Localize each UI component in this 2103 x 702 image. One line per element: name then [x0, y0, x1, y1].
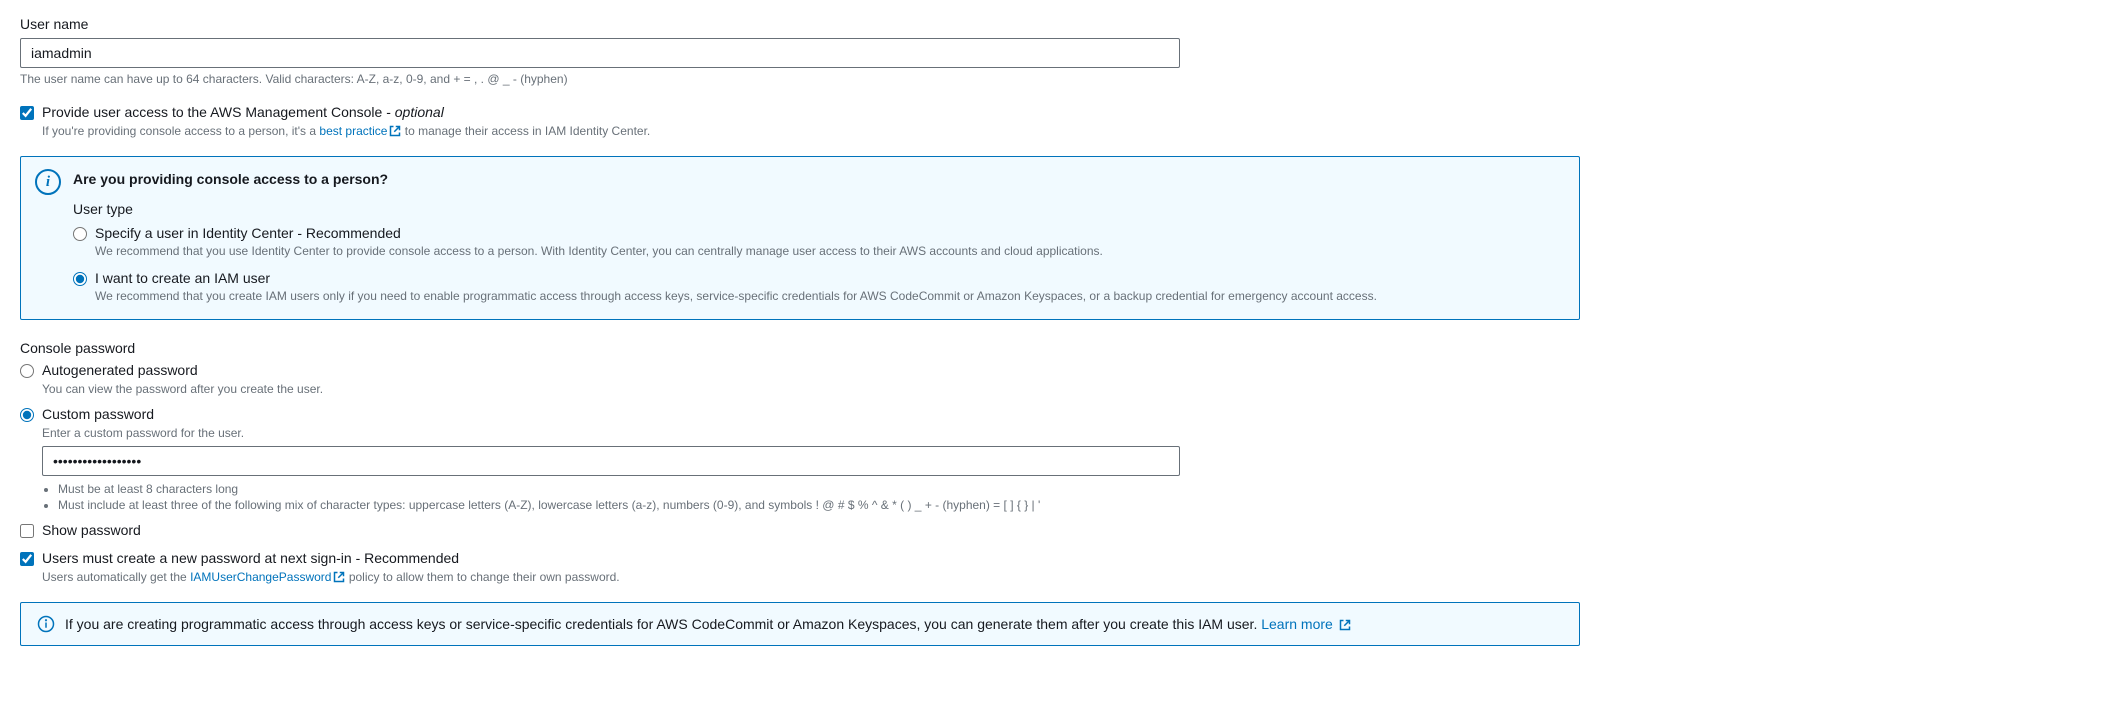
custom-password-radio[interactable]: [20, 408, 34, 422]
must-change-password-checkbox[interactable]: [20, 552, 34, 566]
external-link-icon: [389, 125, 401, 137]
external-link-icon: [333, 571, 345, 583]
autogenerated-password-label: Autogenerated password: [42, 362, 198, 378]
usertype-iam-user-radio[interactable]: [73, 272, 87, 286]
programmatic-access-info-text: If you are creating programmatic access …: [65, 616, 1351, 632]
info-icon: [37, 615, 55, 633]
must-change-password-hint: Users automatically get the IAMUserChang…: [42, 570, 2083, 584]
username-field-group: User name The user name can have up to 6…: [20, 16, 2083, 86]
usertype-iam-user-label: I want to create an IAM user: [95, 270, 270, 286]
username-label: User name: [20, 16, 2083, 32]
info-icon: i: [35, 169, 61, 195]
external-link-icon: [1339, 619, 1351, 631]
username-input[interactable]: [20, 38, 1180, 68]
best-practice-link[interactable]: best practice: [319, 124, 401, 138]
must-change-password-group: Users must create a new password at next…: [20, 550, 2083, 584]
console-password-section: Console password Autogenerated password …: [20, 340, 2083, 538]
usertype-iam-user-desc: We recommend that you create IAM users o…: [95, 289, 1561, 303]
custom-password-label: Custom password: [42, 406, 154, 422]
console-access-label: Provide user access to the AWS Managemen…: [42, 104, 444, 120]
autogenerated-password-desc: You can view the password after you crea…: [42, 382, 2083, 396]
info-box-title: Are you providing console access to a pe…: [73, 171, 388, 187]
usertype-identity-center-label: Specify a user in Identity Center - Reco…: [95, 225, 401, 241]
show-password-label: Show password: [42, 522, 141, 538]
username-hint: The user name can have up to 64 characte…: [20, 72, 2083, 86]
autogenerated-password-radio[interactable]: [20, 364, 34, 378]
usertype-identity-center-radio[interactable]: [73, 227, 87, 241]
console-access-checkbox[interactable]: [20, 106, 34, 120]
programmatic-access-info-box: If you are creating programmatic access …: [20, 602, 1580, 646]
info-box-subtitle: User type: [73, 201, 1561, 217]
password-requirements-list: Must be at least 8 characters long Must …: [58, 482, 2083, 512]
console-password-heading: Console password: [20, 340, 2083, 356]
custom-password-input[interactable]: [42, 446, 1180, 476]
console-access-group: Provide user access to the AWS Managemen…: [20, 104, 2083, 138]
usertype-identity-center-desc: We recommend that you use Identity Cente…: [95, 244, 1561, 258]
show-password-checkbox[interactable]: [20, 524, 34, 538]
password-req-item: Must be at least 8 characters long: [58, 482, 2083, 496]
password-req-item: Must include at least three of the follo…: [58, 498, 2083, 512]
custom-password-desc: Enter a custom password for the user.: [42, 426, 2083, 440]
console-access-hint: If you're providing console access to a …: [42, 124, 2083, 138]
learn-more-link[interactable]: Learn more: [1261, 616, 1350, 632]
user-type-info-box: i Are you providing console access to a …: [20, 156, 1580, 320]
must-change-password-label: Users must create a new password at next…: [42, 550, 459, 566]
iam-change-password-policy-link[interactable]: IAMUserChangePassword: [190, 570, 345, 584]
